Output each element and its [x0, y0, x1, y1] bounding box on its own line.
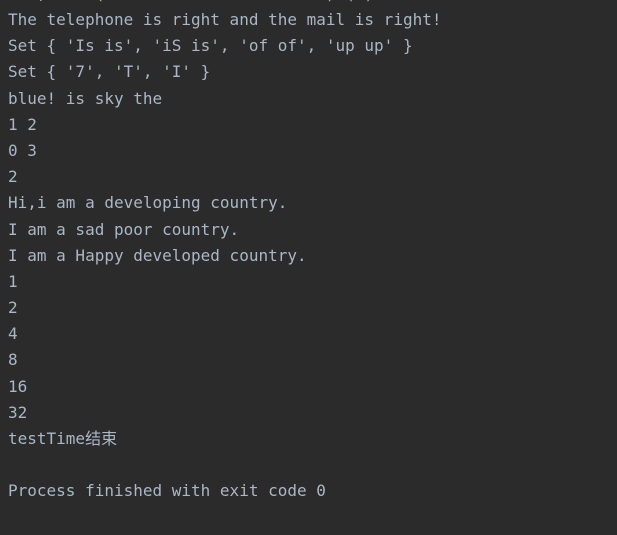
- console-line-14: 8: [8, 350, 18, 370]
- console-line-13: 4: [8, 324, 18, 344]
- console-line-17: testTime结束: [8, 429, 118, 448]
- process-exit-message: Process finished with exit code 0: [8, 481, 326, 501]
- console-line-5: 1 2: [8, 114, 37, 134]
- console-line-12: 2: [8, 298, 18, 318]
- console-line-8: Hi,i am a developing country.: [8, 193, 288, 213]
- console-line-18: [8, 452, 441, 478]
- console-output-panel[interactable]: ..., ... ( ...... ..... ........ ).(.). …: [0, 0, 617, 535]
- console-line-1: The telephone is right and the mail is r…: [8, 10, 442, 29]
- console-line-16: 32: [8, 402, 28, 422]
- console-lines: The telephone is right and the mail is r…: [8, 7, 441, 505]
- console-line-3: Set { '7', 'T', 'I' }: [8, 62, 211, 82]
- console-line-6: 0 3: [8, 140, 37, 160]
- console-line-4: blue! is sky the: [8, 88, 163, 108]
- console-line-15: 16: [8, 376, 28, 396]
- console-line-11: 1: [8, 271, 18, 291]
- console-line-9: I am a sad poor country.: [8, 219, 240, 239]
- console-line-7: 2: [8, 167, 18, 187]
- console-line-2: Set { 'Is is', 'iS is', 'of of', 'up up'…: [8, 36, 413, 56]
- console-line-10: I am a Happy developed country.: [8, 245, 307, 265]
